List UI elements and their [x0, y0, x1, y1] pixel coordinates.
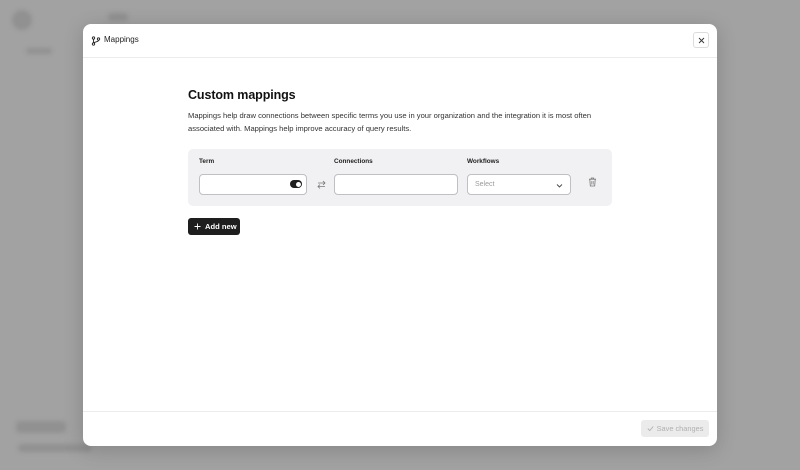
close-icon: [698, 37, 704, 43]
swap-icon: [317, 180, 326, 189]
dialog-footer: Save changes: [83, 411, 717, 446]
close-button[interactable]: [693, 32, 709, 48]
check-icon: [647, 426, 654, 432]
trash-icon[interactable]: [588, 177, 597, 187]
mappings-intro: Custom mappings Mappings help draw conne…: [188, 88, 612, 135]
plus-icon: [194, 223, 201, 230]
git-branch-icon: [91, 36, 101, 46]
dialog-header: Mappings: [83, 24, 717, 58]
connections-label: Connections: [334, 158, 373, 165]
connections-input[interactable]: [334, 174, 458, 195]
term-toggle[interactable]: [290, 180, 302, 188]
mappings-dialog: Mappings Custom mappings Mappings help d…: [83, 24, 717, 446]
save-changes-button[interactable]: Save changes: [641, 420, 709, 437]
section-description: Mappings help draw connections between s…: [188, 111, 592, 133]
mapping-row: Term Connections Workflows Select: [188, 149, 612, 206]
workflows-select[interactable]: Select: [467, 174, 571, 195]
add-new-label: Add new: [205, 222, 237, 231]
chevron-down-icon: [556, 184, 563, 188]
toggle-knob: [295, 181, 301, 187]
workflows-placeholder: Select: [475, 181, 495, 188]
save-changes-label: Save changes: [656, 424, 704, 433]
workflows-label: Workflows: [467, 158, 500, 165]
term-input[interactable]: [199, 174, 307, 195]
term-label: Term: [199, 158, 215, 165]
section-title: Custom mappings: [188, 88, 296, 102]
add-new-button[interactable]: Add new: [188, 218, 240, 235]
dialog-title: Mappings: [104, 35, 139, 44]
